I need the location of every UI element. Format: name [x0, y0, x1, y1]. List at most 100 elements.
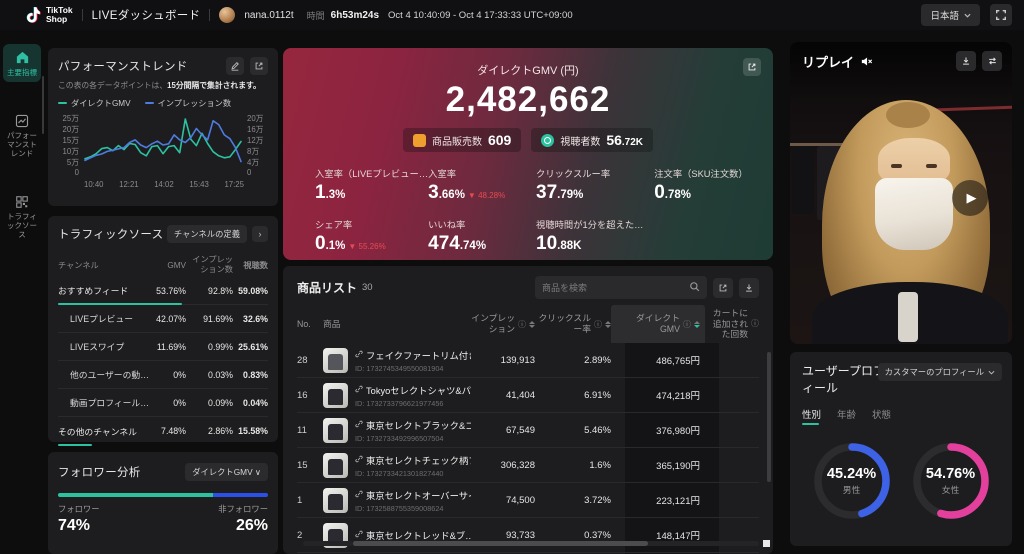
traffic-row[interactable]: LIVEスワイプ11.69%0.99%25.61%: [58, 333, 268, 361]
product-ctr: 5.46%: [535, 425, 611, 436]
product-col-header[interactable]: クリックスルー率ⓘ: [535, 313, 611, 334]
follower-analysis-panel: フォロワー分析 ダイレクトGMV ∨ フォロワー 非フォロワー 74% 26%: [48, 452, 278, 554]
info-icon[interactable]: ⓘ: [751, 318, 759, 329]
traffic-views-value: 25.61%: [233, 342, 268, 352]
profile-tab-3[interactable]: 状態: [872, 407, 891, 425]
sidebar-item-2[interactable]: パフォーマンストレンド: [3, 108, 41, 163]
follower-bar-segment: [58, 493, 213, 497]
muted-speaker-icon[interactable]: [860, 55, 873, 68]
metric-label: 視聴時間が1分を超えた…: [536, 217, 654, 231]
traffic-row[interactable]: おすすめフィード53.76%92.8%59.08%: [58, 277, 268, 305]
product-row[interactable]: 2東京セレクトレッド&ブ…93,7330.37%148,147円: [297, 518, 759, 553]
product-row[interactable]: 1東京セレクトオーバーサイズ…ID: 173258875535900862474…: [297, 483, 759, 518]
product-name-link[interactable]: 東京セレクトブラック&コー…: [355, 418, 471, 432]
product-col-header[interactable]: カートに追加された回数ⓘ: [705, 308, 759, 340]
info-icon[interactable]: ⓘ: [518, 319, 526, 330]
divider: [82, 9, 83, 21]
language-selector[interactable]: 日本語: [921, 4, 980, 26]
traffic-col-header[interactable]: チャンネル: [58, 259, 153, 271]
product-name-link[interactable]: 東京セレクトオーバーサイズ…: [355, 488, 471, 502]
product-search[interactable]: [535, 276, 707, 299]
sidebar-item-label: 主要指標: [7, 68, 37, 77]
legend-item[interactable]: ダイレクトGMV: [58, 97, 131, 109]
download-icon: [744, 283, 754, 293]
traffic-grid-icon: [15, 195, 29, 209]
gmv-title: ダイレクトGMV (円): [297, 62, 759, 78]
follower-split-bar: [58, 493, 268, 497]
info-icon[interactable]: ⓘ: [594, 319, 602, 330]
product-col-header[interactable]: 商品: [323, 319, 471, 330]
sidebar-scrollbar[interactable]: [42, 76, 44, 134]
traffic-row[interactable]: 動画プロフィール…0%0.09%0.04%: [58, 389, 268, 417]
follower-metric-dropdown[interactable]: ダイレクトGMV ∨: [185, 463, 268, 481]
traffic-views-value: 32.6%: [233, 314, 268, 324]
product-row[interactable]: 16Tokyoセレクトシャツ&パンツ…ID: 17327337966219774…: [297, 378, 759, 413]
traffic-col-header[interactable]: 視聴数: [233, 259, 268, 271]
user-profile-panel: ユーザープロフィール カスタマーのプロフィール 性別年齢状態 45.24%男性5…: [790, 352, 1012, 546]
axis-tick: 17:25: [224, 180, 244, 189]
column-label: 商品: [323, 319, 341, 330]
sidebar-item-1[interactable]: 主要指標: [3, 44, 41, 82]
product-col-header[interactable]: No.: [297, 319, 323, 330]
gmv-export-button[interactable]: [743, 58, 761, 76]
scrollbar-thumb[interactable]: [353, 541, 648, 546]
customer-profile-dropdown[interactable]: カスタマーのプロフィール: [878, 363, 1002, 381]
product-impressions: 41,404: [471, 390, 535, 401]
traffic-row[interactable]: その他のチャンネル7.48%2.86%15.58%: [58, 417, 268, 445]
gmv-badge: 商品販売数609: [403, 128, 521, 152]
logo-line2: Shop: [46, 15, 73, 24]
sidebar-item-3[interactable]: トラフィックソース: [3, 189, 41, 244]
product-export-button[interactable]: [713, 278, 733, 298]
legend-item[interactable]: インプレッション数: [145, 97, 231, 109]
vertical-scrollbar[interactable]: [767, 352, 771, 482]
traffic-impressions-value: 0.03%: [186, 370, 233, 380]
direct-gmv-panel: ダイレクトGMV (円) 2,482,662 商品販売数609視聴者数56.72…: [283, 48, 773, 260]
sort-icon[interactable]: [694, 321, 700, 328]
traffic-row[interactable]: LIVEプレビュー42.07%91.69%32.6%: [58, 305, 268, 333]
product-col-header[interactable]: ダイレクトGMVⓘ: [611, 305, 705, 343]
horizontal-scrollbar[interactable]: [303, 541, 759, 546]
replay-download-button[interactable]: [956, 51, 976, 71]
donut-label: 女性: [942, 483, 960, 496]
info-icon[interactable]: ⓘ: [683, 319, 691, 330]
open-in-new-icon: [254, 61, 264, 71]
play-button[interactable]: ▶: [952, 180, 988, 216]
traffic-impressions-value: 91.69%: [186, 314, 233, 324]
traffic-col-header[interactable]: インプレッション数: [186, 255, 233, 276]
product-row[interactable]: 11東京セレクトブラック&コー…ID: 17327334929965075046…: [297, 413, 759, 448]
scrollbar-corner: [763, 540, 770, 547]
product-row[interactable]: 15東京セレクトチェック柄フー…ID: 17327334213018274403…: [297, 448, 759, 483]
product-rank: 1: [297, 495, 323, 506]
edit-chart-button[interactable]: [226, 57, 244, 75]
traffic-expand-button[interactable]: ›: [252, 226, 268, 242]
channel-definition-button[interactable]: チャンネルの定義: [167, 225, 247, 243]
profile-tab-1[interactable]: 性別: [802, 407, 821, 425]
traffic-table-body: おすすめフィード53.76%92.8%59.08%LIVEプレビュー42.07%…: [58, 277, 268, 445]
gender-donut: 54.76%女性: [909, 439, 993, 523]
product-name: Tokyoセレクトシャツ&パンツ…: [366, 383, 471, 397]
user-avatar[interactable]: [219, 7, 235, 23]
product-download-button[interactable]: [739, 278, 759, 298]
product-list-panel: 商品リスト 30 No.商品インプレッションⓘクリックスルー率ⓘダイレクトGMV…: [283, 266, 773, 554]
product-name-link[interactable]: Tokyoセレクトシャツ&パンツ…: [355, 383, 471, 397]
product-name-link[interactable]: 東京セレクトチェック柄フー…: [355, 453, 471, 467]
axis-tick: 10:40: [84, 180, 104, 189]
product-name-link[interactable]: フェイクファートリム付きの…: [355, 348, 471, 362]
tiktok-shop-logo[interactable]: TikTok Shop: [26, 6, 73, 24]
product-col-header[interactable]: インプレッションⓘ: [471, 313, 535, 334]
donut-label: 男性: [843, 483, 861, 496]
traffic-row[interactable]: 他のユーザーの動…0%0.03%0.83%: [58, 361, 268, 389]
export-chart-button[interactable]: [250, 57, 268, 75]
replay-switch-button[interactable]: [982, 51, 1002, 71]
product-row[interactable]: 28フェイクファートリム付きの…ID: 17327453495500819041…: [297, 343, 759, 378]
traffic-col-header[interactable]: GMV: [153, 261, 186, 270]
product-name-link[interactable]: 東京セレクトレッド&ブ…: [355, 528, 471, 542]
fullscreen-button[interactable]: [990, 4, 1012, 26]
metric-value: 37.79%: [536, 182, 654, 204]
profile-tab-2[interactable]: 年齢: [837, 407, 856, 425]
metric-value: 474.74%: [428, 233, 536, 255]
traffic-gmv-value: 7.48%: [153, 426, 186, 436]
product-search-input[interactable]: [542, 283, 689, 293]
trend-line-chart[interactable]: [81, 113, 245, 171]
y-axis-right-ticks: 20万16万12万8万4万0: [245, 113, 268, 177]
